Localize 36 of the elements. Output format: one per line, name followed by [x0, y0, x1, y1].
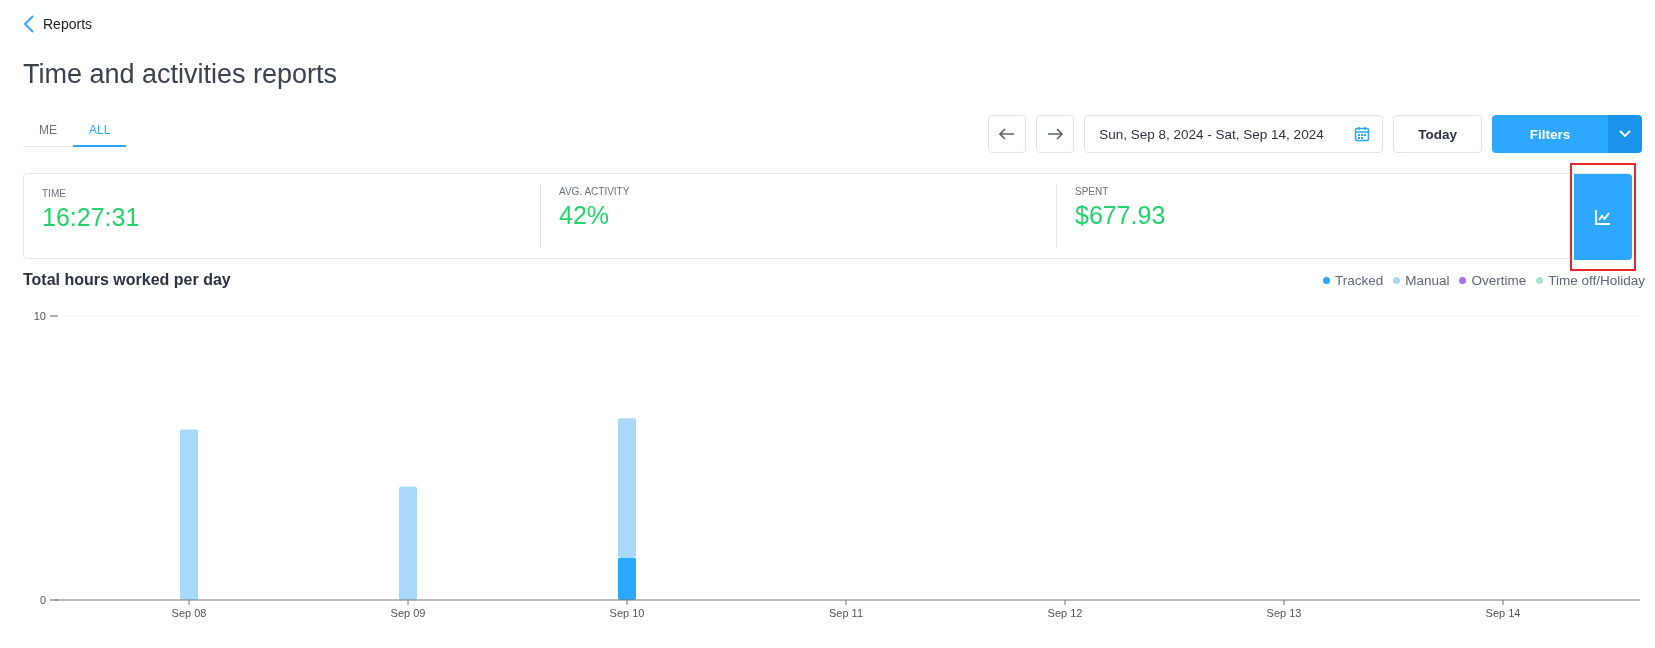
page-title: Time and activities reports: [23, 59, 339, 90]
x-tick-label: Sep 14: [1485, 607, 1521, 619]
y-tick: [49, 315, 59, 317]
arrow-right-icon: [1047, 128, 1064, 140]
back-link[interactable]: Reports: [23, 15, 93, 33]
legend-label: Manual: [1405, 272, 1450, 288]
legend-label: Time off/Holiday: [1548, 272, 1645, 288]
x-tick-label: Sep 09: [390, 607, 426, 619]
x-tick-label: Sep 08: [171, 607, 207, 619]
legend-label: Tracked: [1334, 272, 1384, 288]
next-button[interactable]: [1036, 115, 1075, 153]
y-tick-label: 10: [33, 310, 46, 322]
x-tick-label: Sep 10: [609, 607, 645, 619]
today-button[interactable]: Today: [1393, 115, 1482, 153]
chevron-down-icon: [1619, 130, 1631, 138]
stat-label: SPENT: [1075, 186, 1110, 197]
x-tick-label: Sep 12: [1047, 607, 1083, 619]
stat-label: AVG. ACTIVITY: [559, 186, 631, 197]
tab[interactable]: ME: [23, 117, 73, 147]
y-tick-label: 0: [39, 594, 46, 606]
date-range-field[interactable]: Sun, Sep 8, 2024 - Sat, Sep 14, 2024: [1084, 115, 1384, 153]
arrow-left-icon: [999, 128, 1016, 140]
stat-value: 16:27:31: [42, 203, 141, 232]
chart-title: Total hours worked per day: [23, 271, 231, 289]
chevron-left-icon: [23, 15, 35, 33]
x-tick-label: Sep 11: [828, 607, 864, 619]
chart-toggle-button[interactable]: [1574, 174, 1632, 260]
previous-button[interactable]: [988, 115, 1027, 153]
filters-dropdown-button[interactable]: [1608, 115, 1642, 153]
stat-label: TIME: [42, 188, 67, 199]
calendar-icon: [1354, 126, 1371, 142]
line-chart-icon: [1594, 208, 1612, 226]
stat-value: 42%: [559, 201, 611, 230]
legend-label: Overtime: [1471, 272, 1527, 288]
stat-value: $677.93: [1075, 201, 1167, 230]
x-tick-label: Sep 13: [1266, 607, 1302, 619]
